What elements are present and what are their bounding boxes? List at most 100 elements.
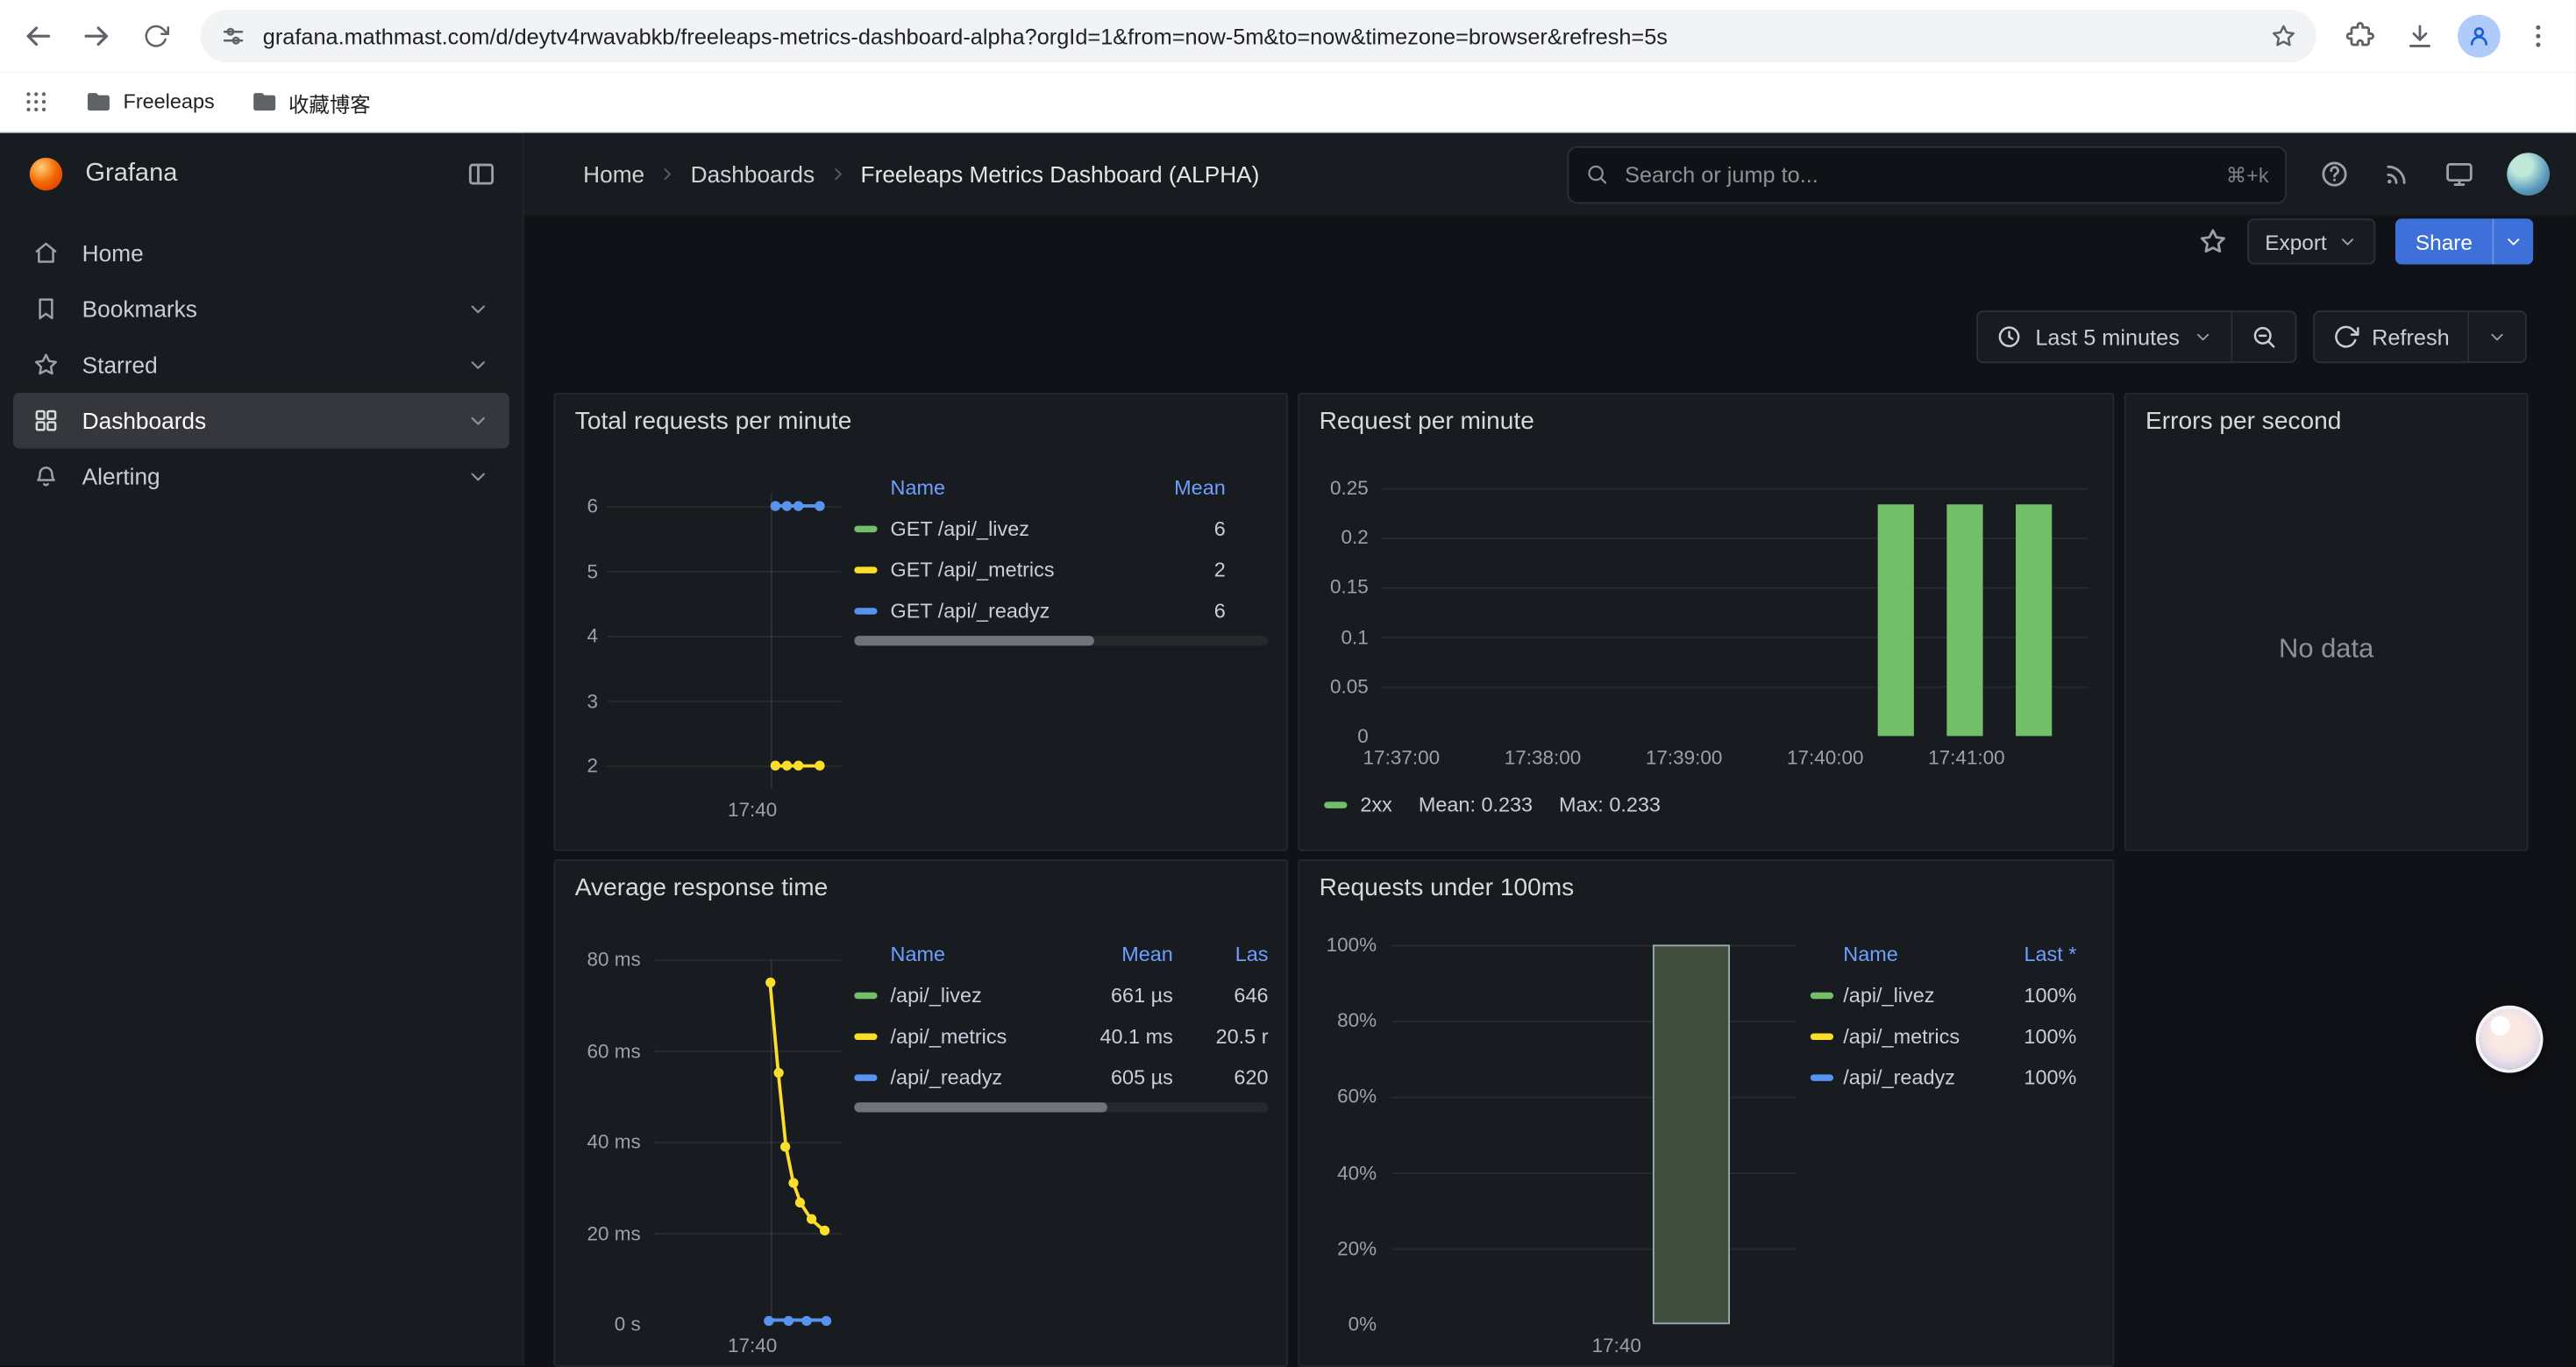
site-controls-icon[interactable] [220, 23, 246, 49]
legend-series-name[interactable]: /api/_readyz [1843, 1065, 1994, 1088]
chevron-down-icon[interactable] [466, 465, 489, 488]
legend-row[interactable]: GET /api/_readyz 6 [854, 590, 1268, 631]
legend-row[interactable]: /api/_metrics 100% [1811, 1015, 2077, 1057]
search-input[interactable] [1621, 160, 2212, 189]
bookmark-label: Freeleaps [124, 90, 215, 113]
legend-series-name[interactable]: /api/_livez [1843, 983, 1994, 1006]
user-avatar[interactable] [2507, 153, 2550, 196]
display-button[interactable] [2444, 160, 2474, 189]
browser-profile-button[interactable] [2451, 8, 2508, 64]
legend-header-name[interactable]: Name [891, 943, 1092, 965]
legend-series-name[interactable]: GET /api/_livez [891, 516, 1173, 539]
rss-icon [2382, 160, 2412, 189]
legend-row[interactable]: /api/_readyz 100% [1811, 1057, 2077, 1098]
search-box[interactable]: ⌘+k [1568, 146, 2288, 203]
sidebar-item-home[interactable]: Home [13, 225, 509, 281]
panel-title[interactable]: Requests under 100ms [1320, 874, 1575, 902]
breadcrumb-current: Freeleaps Metrics Dashboard (ALPHA) [861, 161, 1260, 188]
bookmark-star-icon[interactable] [2270, 23, 2296, 49]
legend-row[interactable]: /api/_livez 661 µs 646 [854, 974, 1268, 1015]
breadcrumb: Home Dashboards Freeleaps Metrics Dashbo… [583, 161, 1259, 188]
browser-forward-button[interactable] [69, 8, 125, 64]
panel-requests-under-100ms: Requests under 100ms 100%80%60%40%20%0% … [1298, 859, 2114, 1367]
legend-series-name[interactable]: GET /api/_readyz [891, 599, 1173, 622]
legend-series-name[interactable]: /api/_livez [891, 983, 1092, 1006]
extensions-button[interactable] [2333, 8, 2389, 64]
url-text[interactable]: grafana.mathmast.com/d/deytv4rwavabkb/fr… [263, 24, 2254, 48]
bookmark-folder-freeleaps[interactable]: Freeleaps [85, 89, 214, 115]
time-range-picker[interactable]: Last 5 minutes [1976, 310, 2232, 363]
bookmark-label: 收藏博客 [288, 86, 371, 117]
refresh-button[interactable]: Refresh [2313, 310, 2470, 363]
legend-scrollbar[interactable] [854, 636, 1268, 645]
chart-total-requests[interactable] [608, 493, 841, 788]
chevron-down-icon[interactable] [466, 353, 489, 376]
legend-row[interactable]: /api/_metrics 40.1 ms 20.5 r [854, 1015, 1268, 1057]
news-button[interactable] [2382, 160, 2412, 189]
screen: grafana.mathmast.com/d/deytv4rwavabkb/fr… [0, 0, 2576, 1363]
legend-header-last[interactable]: Last * [1995, 943, 2077, 965]
zoom-out-button[interactable] [2232, 310, 2296, 363]
apps-grid-button[interactable] [23, 89, 49, 115]
legend-header-last[interactable]: Las [1190, 943, 1269, 965]
reload-icon [143, 23, 169, 49]
grafana-logo[interactable] [26, 154, 66, 194]
share-menu-button[interactable] [2492, 218, 2533, 264]
legend-series-name[interactable]: /api/_readyz [891, 1065, 1092, 1088]
dashboard-toolbar: Export Share [2197, 218, 2533, 264]
bookmark-folder-blogs[interactable]: 收藏博客 [251, 86, 371, 117]
legend-row[interactable]: /api/_livez 100% [1811, 974, 2077, 1015]
help-button[interactable] [2320, 160, 2350, 189]
chart-requests-under-100ms[interactable] [1391, 944, 1796, 1324]
sidebar-item-dashboards[interactable]: Dashboards [13, 393, 509, 449]
series-swatch-green [1811, 992, 1833, 998]
panel-title[interactable]: Request per minute [1320, 408, 1534, 436]
browser-menu-button[interactable] [2510, 8, 2566, 64]
legend-mean-stat: Mean: 0.233 [1419, 794, 1533, 816]
favorite-star-button[interactable] [2197, 227, 2227, 257]
legend-scrollbar[interactable] [854, 1102, 1268, 1112]
downloads-button[interactable] [2392, 8, 2448, 64]
sidebar-item-starred[interactable]: Starred [13, 337, 509, 393]
sidebar-header: Grafana [0, 133, 523, 216]
legend-header-row: Name Last * [1811, 933, 2077, 974]
sidebar-item-bookmarks[interactable]: Bookmarks [13, 281, 509, 337]
download-icon [2405, 21, 2435, 51]
refresh-interval-button[interactable] [2469, 310, 2527, 363]
export-button[interactable]: Export [2247, 218, 2376, 264]
assistant-avatar[interactable] [2476, 1006, 2544, 1073]
legend-mean-value: 40.1 ms [1091, 1024, 1189, 1047]
panel-title[interactable]: Total requests per minute [575, 408, 852, 436]
panel-title[interactable]: Errors per second [2145, 408, 2341, 436]
breadcrumb-home[interactable]: Home [583, 161, 644, 188]
sidebar-collapse-button[interactable] [466, 160, 496, 189]
sidebar-item-alerting[interactable]: Alerting [13, 449, 509, 505]
legend-header-mean[interactable]: Mean [1173, 475, 1269, 498]
panel-total-requests: Total requests per minute 65432 17:40 Na… [553, 393, 1288, 851]
legend-row[interactable]: GET /api/_livez 6 [854, 508, 1268, 549]
legend-series-name[interactable]: GET /api/_metrics [891, 558, 1173, 580]
browser-reload-button[interactable] [128, 8, 184, 64]
chevron-down-icon[interactable] [466, 297, 489, 320]
address-bar[interactable]: grafana.mathmast.com/d/deytv4rwavabkb/fr… [201, 10, 2316, 62]
legend-header-name[interactable]: Name [891, 475, 1173, 498]
scrollbar-thumb[interactable] [854, 1102, 1107, 1112]
share-button[interactable]: Share [2395, 218, 2492, 264]
panel-title[interactable]: Average response time [575, 874, 829, 902]
sidebar-item-label: Dashboards [82, 408, 206, 434]
breadcrumb-dashboards[interactable]: Dashboards [691, 161, 815, 188]
legend-series-name[interactable]: 2xx [1360, 794, 1391, 816]
legend-series-name[interactable]: /api/_metrics [891, 1024, 1092, 1047]
legend-row[interactable]: /api/_readyz 605 µs 620 [854, 1057, 1268, 1098]
share-split-button: Share [2395, 218, 2533, 264]
legend-last-value: 620 [1190, 1065, 1269, 1088]
browser-back-button[interactable] [10, 8, 66, 64]
legend-header-name[interactable]: Name [1843, 943, 1994, 965]
legend-series-name[interactable]: /api/_metrics [1843, 1024, 1994, 1047]
legend-row[interactable]: GET /api/_metrics 2 [854, 549, 1268, 590]
chart-request-per-minute[interactable] [1382, 488, 2089, 736]
chevron-down-icon[interactable] [466, 409, 489, 432]
chart-average-response-time[interactable] [654, 959, 842, 1324]
scrollbar-thumb[interactable] [854, 636, 1094, 645]
legend-header-mean[interactable]: Mean [1091, 943, 1189, 965]
